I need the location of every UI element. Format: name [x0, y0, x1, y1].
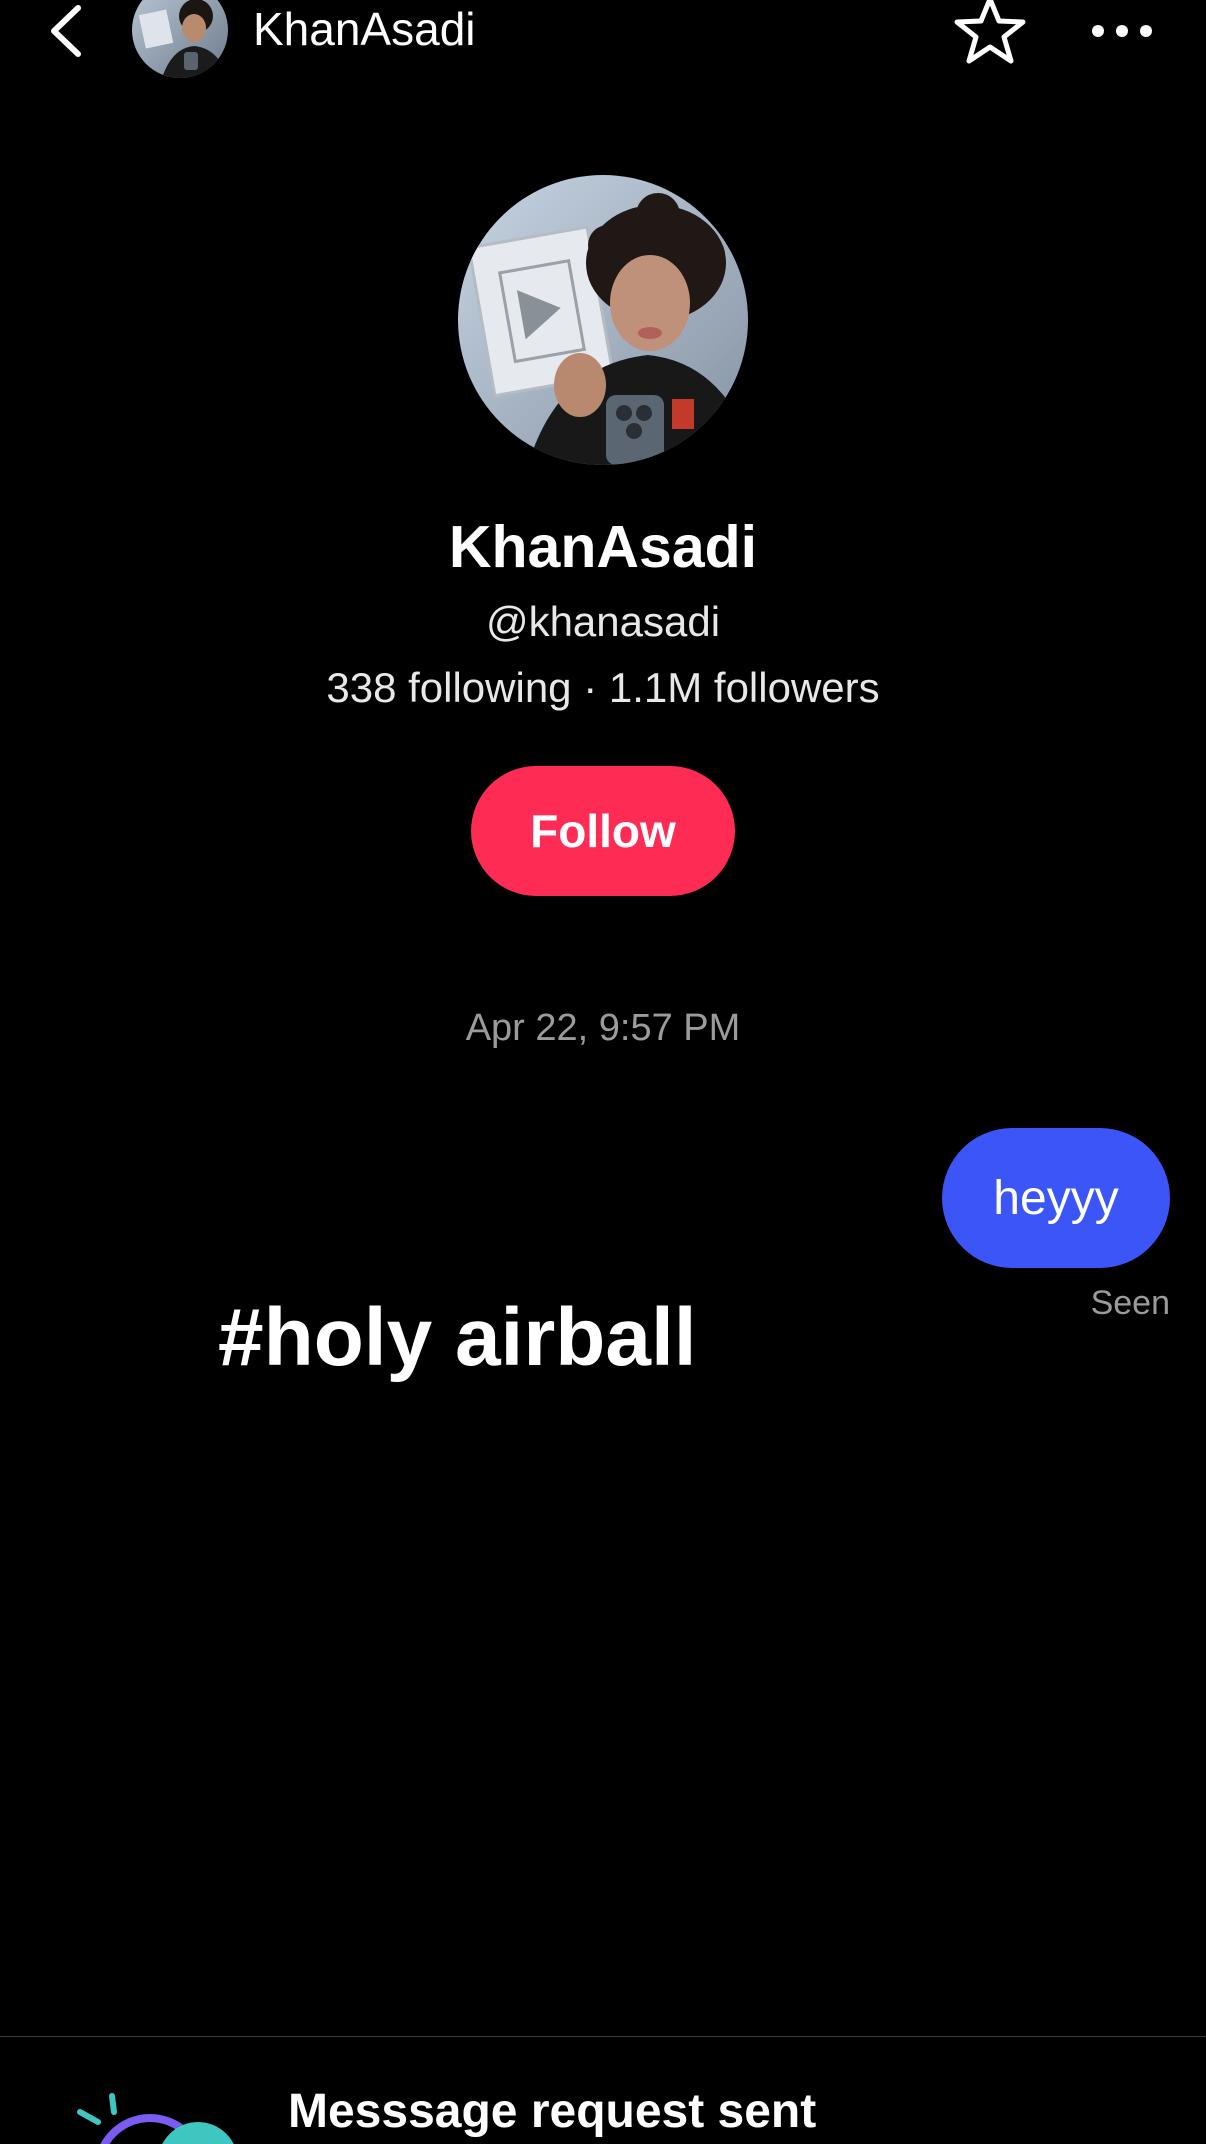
- star-outline-icon: [954, 0, 1026, 64]
- profile-avatar[interactable]: [458, 175, 748, 465]
- header-title[interactable]: KhanAsadi: [253, 0, 476, 58]
- profile-stats[interactable]: 338 following · 1.1M followers: [0, 662, 1206, 714]
- chat-header: KhanAsadi: [0, 0, 1206, 78]
- seen-status: Seen: [1090, 1284, 1170, 1322]
- message-request-status: Messsage request sent: [288, 2085, 817, 2138]
- overlay-caption-text: #holy airball: [218, 1292, 697, 1383]
- back-button[interactable]: [44, 2, 88, 60]
- profile-display-name: KhanAsadi: [448, 514, 758, 580]
- message-request-illustration-icon: [60, 2090, 260, 2144]
- avatar-image: [132, 0, 228, 78]
- profile-handle: @khanasadi: [485, 598, 721, 645]
- sent-message-bubble[interactable]: heyyy: [942, 1128, 1170, 1268]
- follow-button[interactable]: Follow: [471, 766, 735, 896]
- more-options-button[interactable]: [1088, 16, 1158, 46]
- message-timestamp: Apr 22, 9:57 PM: [465, 1007, 741, 1049]
- divider: [0, 2036, 1206, 2037]
- header-avatar[interactable]: [132, 0, 228, 78]
- chevron-left-icon: [51, 5, 81, 57]
- ellipsis-icon: [1092, 25, 1152, 37]
- favorite-button[interactable]: [950, 0, 1030, 68]
- avatar-image: [458, 175, 748, 465]
